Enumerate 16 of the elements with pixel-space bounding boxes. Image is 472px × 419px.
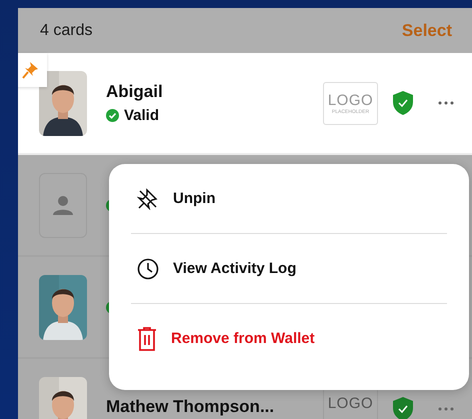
clock-icon [137,258,159,280]
menu-item[interactable]: View Activity Log [131,234,447,304]
status-label: Valid [124,107,160,124]
card-count: 4 cards [40,22,92,40]
menu-item[interactable]: Unpin [131,164,447,234]
card-name: Mathew Thompson... [106,396,276,416]
more-icon[interactable] [438,407,454,411]
card-name: Abigail [106,82,164,102]
pin-icon [22,61,40,79]
logo-text: LOGO [328,92,374,108]
logo-text: LOGO [328,394,374,412]
more-icon[interactable] [438,101,454,105]
remove-menu-item[interactable]: Remove from Wallet [131,304,447,373]
trash-icon [137,326,157,350]
unpin-icon [137,188,159,210]
person-icon [53,195,73,215]
